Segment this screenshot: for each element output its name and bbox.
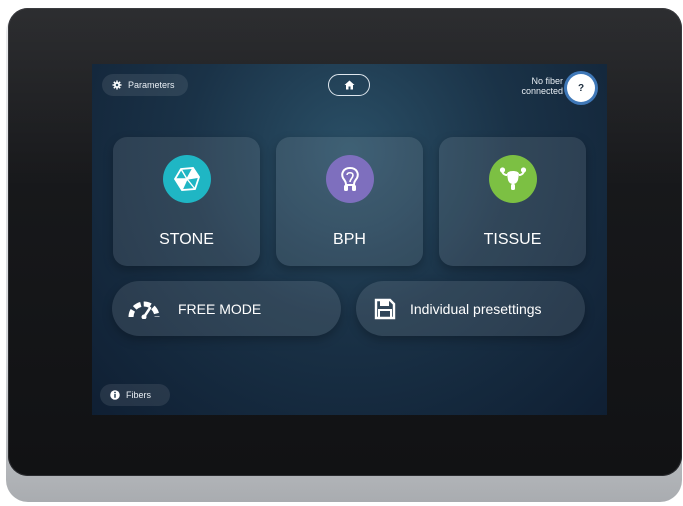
- save-icon: [374, 298, 396, 320]
- mode-label-bph: BPH: [333, 231, 366, 248]
- touch-screen: Parameters No fiber connected ? STONE BP…: [92, 64, 607, 415]
- free-mode-label: FREE MODE: [178, 300, 262, 317]
- parameters-label: Parameters: [128, 80, 175, 90]
- free-mode-button[interactable]: FREE MODE: [112, 281, 341, 336]
- home-icon: [344, 80, 355, 90]
- fibers-button[interactable]: Fibers: [100, 384, 170, 406]
- gear-icon: [112, 80, 122, 90]
- fiber-status-line2: connected: [521, 86, 563, 96]
- tissue-icon: [488, 155, 537, 203]
- presettings-label: Individual presettings: [410, 300, 542, 317]
- help-label: ?: [577, 82, 585, 94]
- mode-label-tissue: TISSUE: [483, 231, 542, 248]
- mode-tile-tissue[interactable]: TISSUE: [439, 137, 586, 266]
- help-button[interactable]: ?: [567, 74, 595, 102]
- mode-label-stone: STONE: [159, 231, 214, 248]
- info-icon: [110, 390, 120, 400]
- prostate-icon: [325, 155, 374, 203]
- fiber-status: No fiber connected: [521, 76, 563, 96]
- speedometer-icon: [128, 299, 160, 319]
- fiber-status-line1: No fiber: [531, 76, 563, 86]
- mode-tile-bph[interactable]: BPH: [276, 137, 423, 266]
- parameters-button[interactable]: Parameters: [102, 74, 188, 96]
- individual-presettings-button[interactable]: Individual presettings: [356, 281, 585, 336]
- mode-tile-stone[interactable]: STONE: [113, 137, 260, 266]
- stone-icon: [162, 155, 211, 203]
- home-button[interactable]: [328, 74, 370, 96]
- fibers-label: Fibers: [126, 390, 152, 400]
